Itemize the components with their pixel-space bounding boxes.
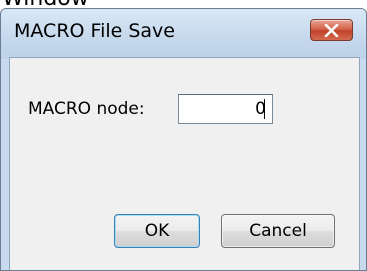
dialog-content: MACRO node: 0 OK Cancel [9,57,360,270]
macro-node-label: MACRO node: [28,99,145,119]
screen: Window MACRO File Save MACRO node: 0 OK … [0,0,367,271]
dialog-titlebar[interactable]: MACRO File Save [1,9,366,59]
macro-file-save-dialog: MACRO File Save MACRO node: 0 OK Cancel [0,8,367,271]
dialog-title: MACRO File Save [14,20,175,42]
cancel-button[interactable]: Cancel [221,214,335,248]
close-button[interactable] [310,19,353,41]
ok-button[interactable]: OK [114,214,200,248]
close-x-icon [324,24,339,37]
macro-node-input[interactable]: 0 [178,94,273,124]
text-caret [264,99,265,119]
